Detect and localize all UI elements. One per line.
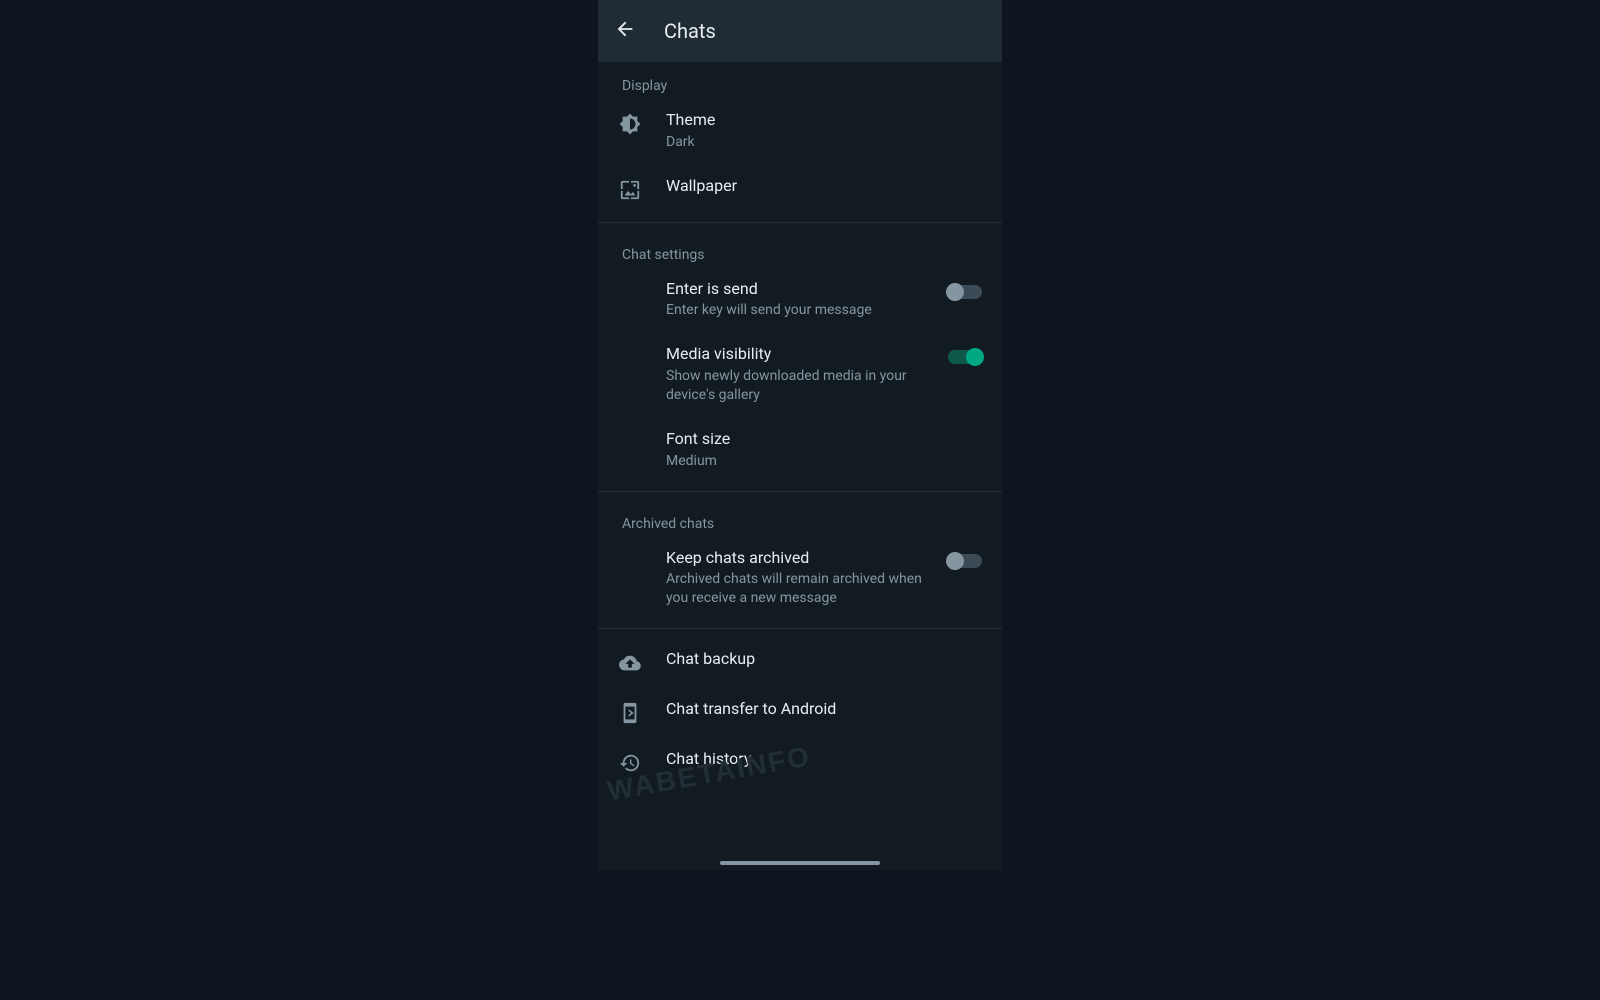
back-icon[interactable] [614, 18, 636, 44]
section-header-chat: Chat settings [598, 231, 1002, 267]
media-visibility-toggle[interactable] [948, 350, 982, 364]
enter-send-sub: Enter key will send your message [666, 301, 924, 320]
keep-archived-row[interactable]: Keep chats archived Archived chats will … [598, 536, 1002, 621]
theme-title: Theme [666, 110, 982, 131]
settings-screen: Chats Display Theme Dark Wallpaper Chat … [598, 0, 1002, 870]
wallpaper-icon [618, 178, 642, 202]
history-icon [618, 751, 642, 775]
chat-history-title: Chat history [666, 749, 982, 770]
brightness-icon [618, 112, 642, 136]
keep-archived-toggle[interactable] [948, 554, 982, 568]
chat-history-row[interactable]: Chat history [598, 737, 1002, 787]
home-indicator[interactable] [720, 861, 880, 865]
enter-send-row[interactable]: Enter is send Enter key will send your m… [598, 267, 1002, 333]
keep-archived-title: Keep chats archived [666, 548, 924, 569]
theme-value: Dark [666, 133, 982, 152]
page-title: Chats [664, 19, 716, 43]
phone-export-icon [618, 701, 642, 725]
font-size-title: Font size [666, 429, 982, 450]
keep-archived-sub: Archived chats will remain archived when… [666, 570, 924, 608]
divider [598, 628, 1002, 629]
chat-transfer-title: Chat transfer to Android [666, 699, 982, 720]
theme-row[interactable]: Theme Dark [598, 98, 1002, 164]
divider [598, 491, 1002, 492]
chat-transfer-row[interactable]: Chat transfer to Android [598, 687, 1002, 737]
section-header-archived: Archived chats [598, 500, 1002, 536]
divider [598, 222, 1002, 223]
cloud-upload-icon [618, 651, 642, 675]
font-size-value: Medium [666, 452, 982, 471]
chat-backup-row[interactable]: Chat backup [598, 637, 1002, 687]
section-header-display: Display [598, 62, 1002, 98]
header: Chats [598, 0, 1002, 62]
media-visibility-sub: Show newly downloaded media in your devi… [666, 367, 924, 405]
chat-backup-title: Chat backup [666, 649, 982, 670]
wallpaper-row[interactable]: Wallpaper [598, 164, 1002, 214]
enter-send-title: Enter is send [666, 279, 924, 300]
enter-send-toggle[interactable] [948, 285, 982, 299]
media-visibility-row[interactable]: Media visibility Show newly downloaded m… [598, 332, 1002, 417]
wallpaper-title: Wallpaper [666, 176, 982, 197]
media-visibility-title: Media visibility [666, 344, 924, 365]
font-size-row[interactable]: Font size Medium [598, 417, 1002, 483]
